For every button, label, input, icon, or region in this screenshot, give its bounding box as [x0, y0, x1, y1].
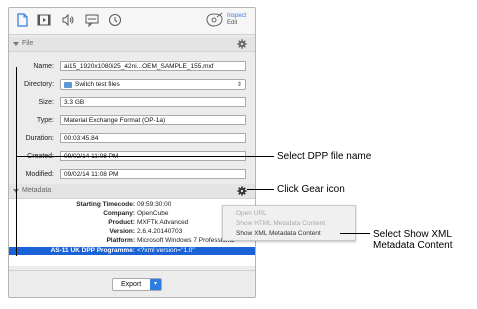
callout-select-dpp: Select DPP file name [277, 151, 372, 162]
callout-line-gear [247, 189, 274, 190]
edit-label[interactable]: Edit [227, 20, 246, 27]
callout-line-xml [340, 233, 370, 234]
metadata-value: OpenCube [137, 210, 169, 217]
metadata-row[interactable]: Company: OpenCube [9, 210, 255, 218]
gear-context-menu: Open URL Show HTML Metadata Content Show… [222, 205, 356, 241]
export-label: Export [121, 281, 142, 288]
metadata-section-title: Metadata [22, 187, 52, 194]
export-button[interactable]: Export ▾ [112, 278, 162, 291]
subtitle-icon[interactable] [85, 13, 99, 27]
collapse-triangle-icon[interactable] [13, 42, 19, 46]
inspector-toolbar: Inspect Edit [9, 8, 255, 35]
inspect-label[interactable]: Inspect [227, 13, 246, 20]
file-section-title: File [22, 40, 34, 47]
inspector-panel: Inspect Edit File Name: ai15_1920x1080i2… [8, 7, 256, 298]
metadata-row[interactable]: Version: 2.6.4.20140703 [9, 228, 255, 236]
metadata-key: Version: [109, 228, 135, 235]
directory-dropdown[interactable]: Switch test files ⇕ [60, 79, 246, 90]
directory-value: Switch test files [75, 81, 120, 88]
size-field[interactable]: 3.3 GB [60, 97, 246, 107]
metadata-value: 2.6.4.20140703 [137, 228, 183, 235]
metadata-key: Starting Timecode: [76, 201, 135, 208]
metadata-key: AS-11 UK DPP Programme: [50, 247, 135, 254]
menu-item-open-url[interactable]: Open URL [236, 210, 267, 217]
clock-icon[interactable] [108, 13, 122, 27]
metadata-key: Product: [108, 219, 135, 226]
dropdown-arrows-icon: ⇕ [236, 82, 242, 88]
folder-icon [64, 82, 72, 88]
metadata-row[interactable]: Product: MXFTk Advanced [9, 219, 255, 227]
menu-item-show-xml[interactable]: Show XML Metadata Content [236, 230, 321, 237]
file-gear-icon[interactable] [237, 39, 247, 49]
metadata-section-header[interactable]: Metadata [9, 184, 255, 199]
menu-item-show-html[interactable]: Show HTML Metadata Content [236, 220, 325, 227]
export-bar: Export ▾ [9, 270, 255, 297]
file-icon[interactable] [15, 13, 29, 27]
callout-line-dpp-vertical [16, 67, 17, 256]
metadata-key: Company: [103, 210, 135, 217]
metadata-gear-icon[interactable] [237, 186, 247, 196]
metadata-key: Platform: [106, 237, 135, 244]
inspect-icon[interactable] [205, 12, 225, 28]
export-dropdown-icon[interactable]: ▾ [150, 279, 161, 290]
metadata-row-selected[interactable]: AS-11 UK DPP Programme: <?xml version="1… [9, 247, 255, 255]
inspect-edit-switch[interactable]: Inspect Edit [227, 13, 246, 27]
callout-show-xml-1: Select Show XML [373, 229, 452, 240]
metadata-value: Microsoft Windows 7 Professional [137, 237, 235, 244]
metadata-row[interactable]: Starting Timecode: 09:59:30:00 [9, 201, 255, 209]
duration-field[interactable]: 00:03:45.84 [60, 133, 246, 143]
metadata-value: <?xml version="1.0" [137, 247, 195, 254]
video-icon[interactable] [37, 13, 51, 27]
callout-click-gear: Click Gear icon [277, 184, 345, 195]
modified-field[interactable]: 09/02/14 11:08 PM [60, 169, 246, 179]
metadata-value: MXFTk Advanced [137, 219, 189, 226]
audio-icon[interactable] [61, 13, 75, 27]
callout-show-xml-2: Metadata Content [373, 240, 453, 251]
callout-line-dpp-horizontal [16, 156, 274, 157]
file-section-header[interactable]: File [9, 37, 255, 52]
metadata-list: Starting Timecode: 09:59:30:00 Company: … [9, 199, 255, 266]
metadata-row[interactable]: Platform: Microsoft Windows 7 Profession… [9, 237, 255, 245]
name-field[interactable]: ai15_1920x1080i25_42ni...OEM_SAMPLE_155.… [60, 61, 246, 71]
type-field[interactable]: Material Exchange Format (OP-1a) [60, 115, 246, 125]
metadata-value: 09:59:30:00 [137, 201, 172, 208]
